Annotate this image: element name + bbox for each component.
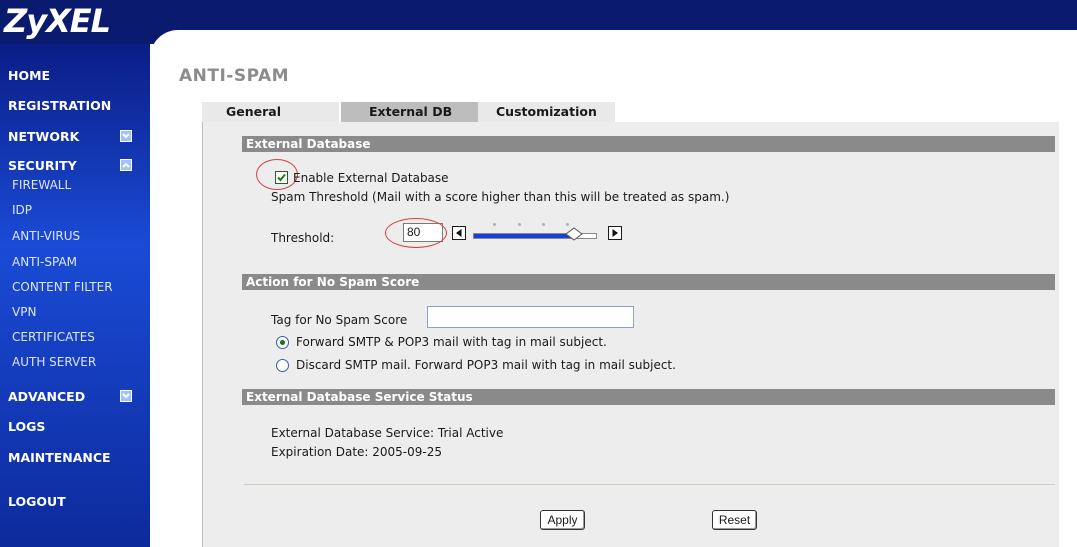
sidebar-item-registration[interactable]: REGISTRATION [8,98,111,113]
slider-tick [493,223,496,226]
no-spam-tag-label: Tag for No Spam Score [271,313,408,327]
service-status-text: External Database Service: Trial Active [271,426,504,440]
sidebar-item-maintenance[interactable]: MAINTENANCE [8,450,111,465]
reset-button[interactable]: Reset [712,510,757,530]
arrow-right-icon[interactable] [608,226,622,240]
section-header-service-status: External Database Service Status [242,389,1055,405]
sidebar-item-home[interactable]: HOME [8,68,50,83]
sidebar-item-idp[interactable]: IDP [12,203,32,217]
enable-external-db-label: Enable External Database [293,171,449,185]
discard-mail-radio[interactable] [276,359,289,372]
sidebar: HOME REGISTRATION NETWORK SECURITY FIREW… [0,44,150,547]
radio-selected-dot [280,340,285,345]
sidebar-item-network[interactable]: NETWORK [8,129,79,144]
section-header-no-spam-score: Action for No Spam Score [242,274,1055,290]
sidebar-item-logout[interactable]: LOGOUT [8,494,66,509]
tab-external-db[interactable]: External DB [341,102,478,122]
discard-mail-label: Discard SMTP mail. Forward POP3 mail wit… [296,358,676,372]
chevron-down-icon[interactable] [120,390,132,402]
slider-tick [566,223,569,226]
no-spam-tag-input[interactable] [427,306,634,328]
slider-tick [518,223,521,226]
threshold-description: Spam Threshold (Mail with a score higher… [271,190,730,204]
content-header-curve [150,30,1077,60]
sidebar-item-anti-spam[interactable]: ANTI-SPAM [12,255,77,269]
sidebar-item-anti-virus[interactable]: ANTI-VIRUS [12,229,80,243]
diamond-icon[interactable] [565,227,583,244]
sidebar-item-content-filter[interactable]: CONTENT FILTER [12,280,113,294]
sidebar-item-auth-server[interactable]: AUTH SERVER [12,355,96,369]
sidebar-item-advanced[interactable]: ADVANCED [8,389,85,404]
forward-mail-label: Forward SMTP & POP3 mail with tag in mai… [296,335,607,349]
divider [244,484,1055,485]
expiration-date-text: Expiration Date: 2005-09-25 [271,445,442,459]
sidebar-item-vpn[interactable]: VPN [12,305,36,319]
tab-general[interactable]: General [202,102,340,122]
arrow-left-icon[interactable] [452,226,466,240]
threshold-label: Threshold: [271,231,335,245]
sidebar-item-security[interactable]: SECURITY [8,158,77,173]
slider-tick [542,223,545,226]
sidebar-item-firewall[interactable]: FIREWALL [12,178,71,192]
chevron-up-icon[interactable] [120,159,132,171]
tab-customization[interactable]: Customization [478,102,615,122]
sidebar-item-logs[interactable]: LOGS [8,419,45,434]
sidebar-item-certificates[interactable]: CERTIFICATES [12,330,95,344]
chevron-down-icon[interactable] [120,130,132,142]
threshold-slider-fill [474,234,572,238]
annotation-circle [256,159,298,190]
page-title: ANTI-SPAM [179,66,290,86]
zyxel-logo: ZyXEL [4,2,111,40]
apply-button[interactable]: Apply [540,510,585,530]
section-header-external-database: External Database [242,136,1055,152]
forward-mail-radio[interactable] [276,336,289,349]
annotation-circle [385,218,447,248]
